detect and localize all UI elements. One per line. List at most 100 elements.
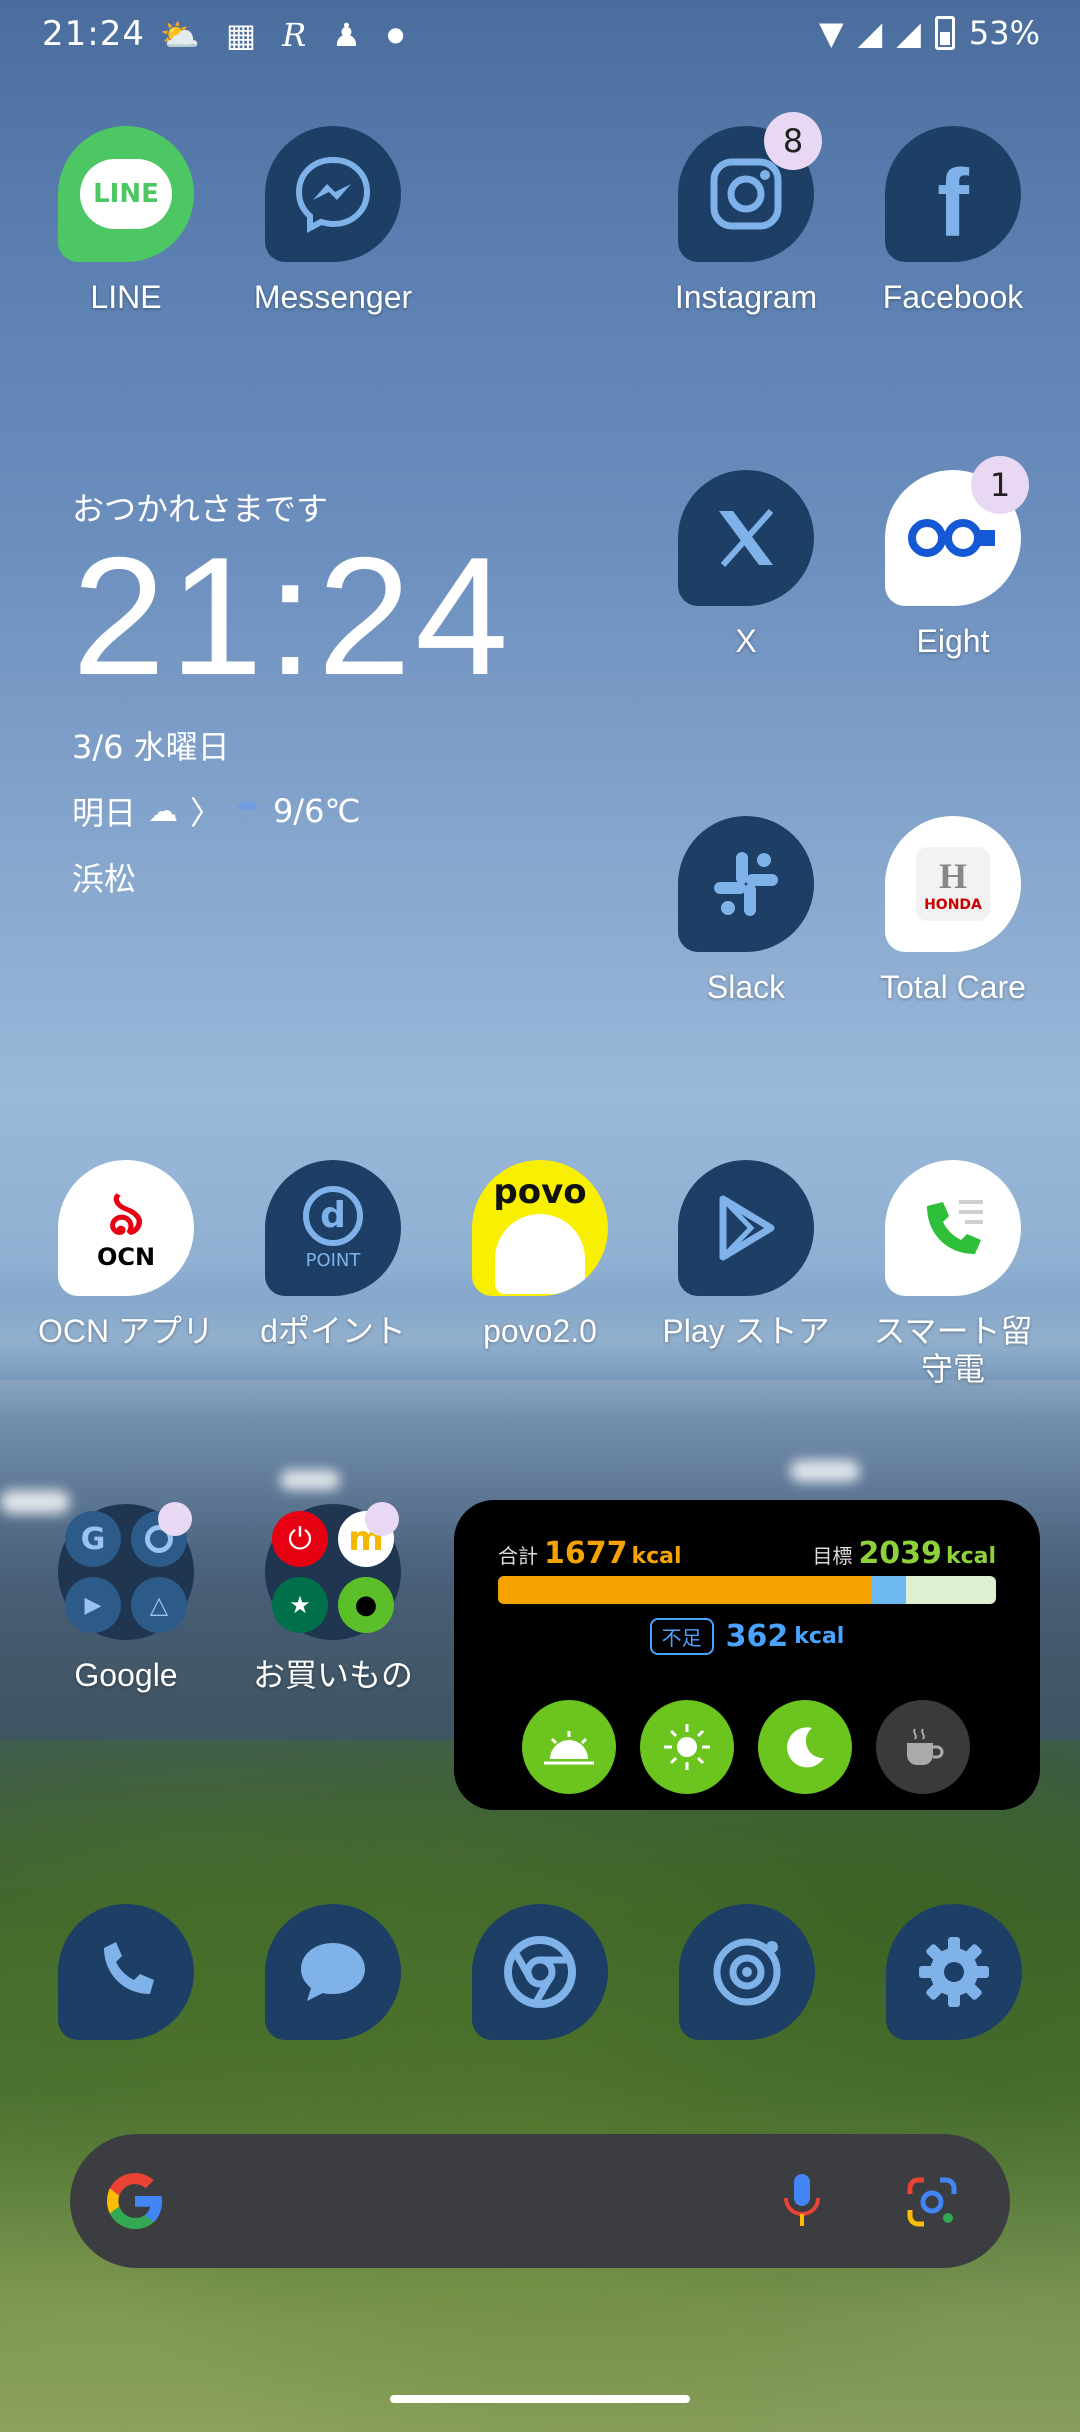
messenger-icon [265,126,401,262]
google-lens-icon[interactable] [904,2174,960,2230]
app-total-care[interactable]: H HONDA Total Care [853,816,1053,1006]
app-label: LINE [90,279,162,315]
eight-icon: 1 [885,456,1029,606]
app-label: Instagram [674,279,818,315]
power-app-icon: ⏻ [272,1511,328,1567]
app-instagram[interactable]: 8 Instagram [646,112,846,316]
app-povo[interactable]: povo povo2.0 [440,1160,640,1350]
app-label: dポイント [260,1313,406,1349]
microphone-icon[interactable] [780,2172,824,2230]
sunrise-icon [544,1731,594,1765]
dpoint-icon: d POINT [265,1160,401,1296]
notification-dot [365,1502,399,1536]
folder-icon: G ▶ △ [58,1502,194,1640]
coffee-icon [907,1728,944,1765]
app-eight[interactable]: 1 Eight [853,456,1053,660]
voicemail-icon [885,1160,1021,1296]
app-label: Eight [916,623,990,659]
clock-weather-widget[interactable]: おつかれさまです 21:24 3/6 水曜日 明日 ☁ 〉 ☂ 9/6℃ 浜松 [72,484,512,900]
wallpaper-trees [0,1740,1080,2432]
folder-label: お買いもの [252,1657,413,1693]
tomorrow-label: 明日 [72,794,137,832]
penguin-app-icon: ● [338,1577,394,1633]
folder-label: Google [74,1657,178,1693]
phone-app[interactable] [58,1904,194,2040]
facebook-icon: f [885,126,1021,262]
dinner-button[interactable] [758,1700,852,1794]
eaten-fill [498,1576,872,1604]
wifi-icon: ▼ [819,14,844,52]
notification-badge: 1 [971,456,1029,514]
app-label: Play ストア [662,1313,830,1349]
folder-google[interactable]: G ▶ △ Google [26,1502,226,1694]
signal-icon: ◢ [857,14,883,52]
cloudy-icon: ☁ [148,793,179,829]
app-x[interactable]: X [646,470,846,660]
app-r-icon: R [282,16,307,54]
app-label: Total Care [880,969,1026,1005]
sun-icon [664,1724,710,1770]
signal2-icon: ◢ [896,14,921,52]
calorie-summary: 合計 1677 kcal 目標 2039 kcal [498,1536,996,1571]
phone-icon [104,1942,154,1994]
goal-kcal: 2039 [858,1536,942,1571]
moon-icon [787,1727,824,1768]
app-facebook[interactable]: f Facebook [853,126,1053,316]
lunch-button[interactable] [640,1700,734,1794]
messages-app[interactable] [265,1904,401,2040]
slack-icon [678,816,814,952]
settings-app[interactable] [886,1904,1022,2040]
google-g-icon [107,2173,162,2229]
app-slack[interactable]: Slack [646,816,846,1006]
app-line[interactable]: LINE LINE [26,126,226,316]
widget-city: 浜松 [72,860,137,898]
weather-icon: ⛅ [160,16,200,54]
chat-bubble-icon [301,1943,365,2001]
status-bar: 21:24 ⛅ ▦ R ♟ ● ▼ ◢ ◢ 53% [0,0,1080,80]
rain-icon: ☂ [234,793,261,829]
dock [0,1904,1080,2044]
app-messenger[interactable]: Messenger [233,126,433,316]
calorie-widget[interactable]: 合計 1677 kcal 目標 2039 kcal 不足 362 kcal [454,1500,1040,1810]
app-label: Slack [706,969,786,1005]
app-smart-voicemail[interactable]: スマート留 守電 [853,1160,1053,1388]
system-icons: ▼ ◢ ◢ 53% [819,14,1040,52]
widget-clock: 21:24 [72,522,513,710]
folder-shopping[interactable]: ⏻ m ★ ● お買いもの [233,1502,433,1694]
play-store-icon [678,1160,814,1296]
google-search-bar[interactable] [70,2134,1010,2268]
total-kcal: 1677 [544,1536,628,1571]
camera-icon [713,1938,781,2006]
battery-percent: 53% [968,14,1040,52]
honda-icon: H HONDA [885,816,1021,952]
battery-icon [934,16,955,50]
starbucks-icon: ★ [272,1577,328,1633]
widget-date: 3/6 水曜日 [72,728,230,766]
goal-label: 目標 [812,1544,853,1568]
calorie-progress-bar [498,1576,996,1604]
gear-icon [919,1937,989,2007]
gesture-nav-bar[interactable] [390,2395,690,2403]
status-time: 21:24 [42,14,145,54]
breakfast-button[interactable] [522,1700,616,1794]
drive-icon: △ [131,1577,187,1633]
snack-button[interactable] [876,1700,970,1794]
google-icon: G [65,1511,121,1567]
total-label: 合計 [498,1544,538,1568]
notification-icons: ⛅ ▦ R ♟ ● [160,16,404,54]
notification-dot [158,1502,192,1536]
app-play-store[interactable]: Play ストア [646,1160,846,1350]
wallpaper-cloud [790,1460,860,1482]
deficit-label: 不足 [649,1618,714,1655]
youtube-icon: ▶ [65,1577,121,1633]
temperature: 9/6℃ [272,792,361,830]
povo-icon: povo [472,1160,608,1296]
app-ocn[interactable]: ঌ OCN OCN アプリ [26,1160,226,1350]
app-dpoint[interactable]: d POINT dポイント [233,1160,433,1350]
extra-fill [871,1576,907,1604]
arrow-icon: 〉 [190,794,223,832]
chrome-app[interactable] [472,1904,608,2040]
instagram-icon: 8 [678,112,822,262]
app-label: Facebook [882,279,1024,315]
camera-app[interactable] [679,1904,815,2040]
